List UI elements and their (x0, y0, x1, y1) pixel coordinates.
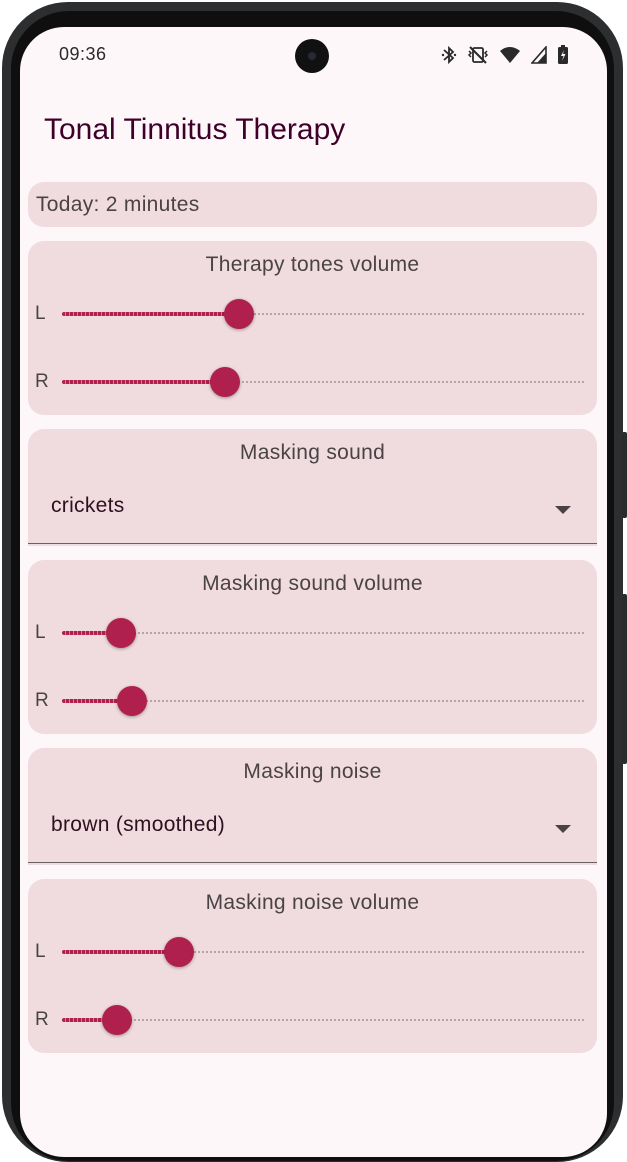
therapy-tones-right-slider[interactable] (62, 367, 584, 400)
masking-sound-right-slider[interactable] (62, 686, 584, 719)
masking-noise-left-slider[interactable] (62, 937, 584, 970)
masking-noise-title: Masking noise (243, 760, 382, 783)
masking-sound-volume-title: Masking sound volume (202, 572, 423, 595)
masking-noise-volume-card: Masking noise volume L R (28, 879, 597, 1053)
power-button (622, 432, 627, 518)
right-channel-label: R (35, 1009, 49, 1030)
masking-noise-right-slider[interactable] (62, 1005, 584, 1038)
volume-button (622, 594, 627, 764)
vibrate-off-icon (467, 45, 489, 65)
wifi-icon (499, 46, 521, 64)
therapy-tones-title: Therapy tones volume (205, 253, 420, 276)
front-camera (295, 39, 329, 73)
slider-thumb[interactable] (210, 367, 241, 397)
dropdown-arrow-icon (555, 506, 571, 514)
masking-noise-volume-title: Masking noise volume (205, 891, 420, 914)
status-bar: 09:36 (20, 27, 607, 85)
masking-sound-title: Masking sound (239, 441, 386, 464)
masking-noise-selected: brown (smoothed) (51, 813, 226, 836)
device: 09:36 Tonal Tinnitus Therapy Today: 2 mi… (0, 0, 627, 1162)
therapy-tones-left-slider[interactable] (62, 299, 584, 332)
slider-thumb[interactable] (116, 686, 147, 716)
slider-thumb[interactable] (224, 299, 255, 329)
slider-thumb[interactable] (101, 1005, 132, 1035)
masking-noise-card: Masking noise brown (smoothed) (28, 748, 597, 865)
masking-noise-dropdown[interactable]: brown (smoothed) (28, 796, 597, 863)
slider-thumb[interactable] (105, 618, 136, 648)
masking-sound-volume-card: Masking sound volume L R (28, 560, 597, 734)
masking-sound-selected: crickets (51, 494, 125, 517)
left-channel-label: L (35, 622, 46, 643)
therapy-tones-card: Therapy tones volume L R (28, 241, 597, 415)
status-time: 09:36 (59, 44, 107, 64)
left-channel-label: L (35, 303, 46, 324)
app-title: Tonal Tinnitus Therapy (44, 113, 346, 146)
cell-signal-icon (531, 46, 547, 64)
masking-sound-dropdown[interactable]: crickets (28, 477, 597, 544)
masking-sound-left-slider[interactable] (62, 618, 584, 651)
bluetooth-icon (441, 45, 457, 65)
right-channel-label: R (35, 690, 49, 711)
masking-sound-card: Masking sound crickets (28, 429, 597, 546)
slider-thumb[interactable] (163, 937, 194, 967)
screen: 09:36 Tonal Tinnitus Therapy Today: 2 mi… (20, 27, 607, 1157)
today-card: Today: 2 minutes (28, 182, 597, 227)
battery-icon (557, 45, 569, 65)
left-channel-label: L (35, 941, 46, 962)
today-usage-text: Today: 2 minutes (36, 193, 200, 216)
status-icons (441, 43, 569, 67)
dropdown-arrow-icon (555, 825, 571, 833)
right-channel-label: R (35, 371, 49, 392)
